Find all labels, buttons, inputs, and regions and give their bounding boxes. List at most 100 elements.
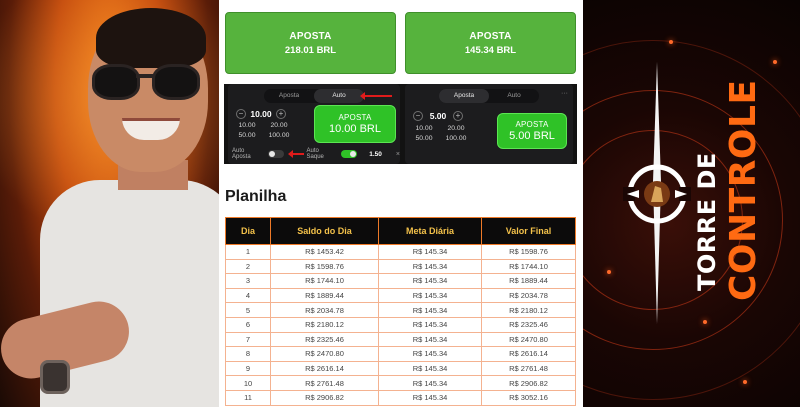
- bet-panel-auto: Aposta Auto − 10.00 + 10.00 20.00 50.00 …: [228, 84, 400, 164]
- quick-amount[interactable]: 20.00: [441, 125, 471, 132]
- cell-balance: R$ 2325.46: [270, 331, 379, 348]
- table-row: 8 R$ 2470.80 R$ 145.34 R$ 2616.14: [225, 346, 576, 362]
- place-bet-amount: 10.00 BRL: [329, 123, 381, 135]
- progression-table: Dia Saldo do Dia Meta Diária Valor Final…: [225, 217, 576, 406]
- cell-day: 5: [225, 302, 271, 318]
- cell-target: R$ 145.34: [378, 244, 482, 260]
- cell-balance: R$ 1598.76: [270, 258, 379, 275]
- compass-emblem-icon: [621, 158, 693, 230]
- table-row: 1 R$ 1453.42 R$ 145.34 R$ 1598.76: [225, 244, 576, 260]
- tab-aposta[interactable]: Aposta: [264, 89, 314, 103]
- col-header-balance: Saldo do Dia: [270, 217, 379, 245]
- quick-amount[interactable]: 10.00: [232, 122, 262, 129]
- cell-target: R$ 145.34: [378, 258, 482, 275]
- sunglasses: [92, 64, 202, 100]
- quick-amount[interactable]: 20.00: [264, 122, 294, 129]
- cell-balance: R$ 2616.14: [270, 360, 379, 377]
- col-header-final: Valor Final: [481, 217, 576, 245]
- plus-icon[interactable]: +: [453, 111, 463, 121]
- quick-amount[interactable]: 100.00: [264, 132, 294, 139]
- table-header-row: Dia Saldo do Dia Meta Diária Valor Final: [225, 217, 576, 245]
- minus-icon[interactable]: −: [236, 109, 246, 119]
- table-row: 4 R$ 1889.44 R$ 145.34 R$ 2034.78: [225, 287, 576, 304]
- stake-stepper[interactable]: − 10.00 +: [236, 107, 286, 121]
- quick-amount[interactable]: 50.00: [232, 132, 262, 139]
- cell-day: 2: [225, 258, 271, 275]
- tab-auto[interactable]: Auto: [314, 89, 364, 103]
- game-bet-screenshot: Aposta Auto − 10.00 + 10.00 20.00 50.00 …: [224, 84, 577, 164]
- cell-target: R$ 145.34: [378, 287, 482, 304]
- cell-target: R$ 145.34: [378, 375, 482, 391]
- cell-balance: R$ 2180.12: [270, 316, 379, 333]
- cell-balance: R$ 2761.48: [270, 375, 379, 391]
- col-header-day: Dia: [225, 217, 271, 245]
- place-bet-amount: 5.00 BRL: [509, 130, 555, 142]
- table-row: 3 R$ 1744.10 R$ 145.34 R$ 1889.44: [225, 273, 576, 289]
- menu-dots-icon[interactable]: ···: [561, 90, 568, 97]
- bet-button-amount: 145.34 BRL: [464, 44, 517, 56]
- auto-bet-toggle[interactable]: [267, 150, 284, 158]
- cell-balance: R$ 1889.44: [270, 287, 379, 304]
- quick-amount[interactable]: 50.00: [409, 135, 439, 142]
- bet-button-amount: 218.01 BRL: [284, 44, 337, 56]
- quick-amount[interactable]: 10.00: [409, 125, 439, 132]
- sunglasses-lens-right: [152, 64, 200, 100]
- logo-line-2: CONTROLE: [723, 79, 764, 301]
- cell-day: 3: [225, 273, 271, 289]
- bet-button-1[interactable]: APOSTA 218.01 BRL: [225, 12, 396, 74]
- place-bet-button[interactable]: APOSTA 10.00 BRL: [314, 105, 396, 143]
- plus-icon[interactable]: +: [276, 109, 286, 119]
- bet-button-2[interactable]: APOSTA 145.34 BRL: [405, 12, 576, 74]
- spark: [607, 270, 611, 274]
- cell-final: R$ 1744.10: [481, 258, 576, 275]
- cell-day: 8: [225, 346, 271, 362]
- close-icon[interactable]: ×: [396, 151, 400, 158]
- spark: [669, 40, 673, 44]
- cell-balance: R$ 2470.80: [270, 346, 379, 362]
- auto-cashout-value[interactable]: 1.50: [369, 151, 382, 158]
- sheet-title: Planilha: [225, 188, 287, 205]
- sunglasses-lens-left: [92, 64, 140, 100]
- tab-aposta[interactable]: Aposta: [439, 89, 489, 103]
- table-row: 5 R$ 2034.78 R$ 145.34 R$ 2180.12: [225, 302, 576, 318]
- tab-auto[interactable]: Auto: [489, 89, 539, 103]
- stake-value[interactable]: 5.00: [423, 111, 453, 121]
- col-header-target: Meta Diária: [378, 217, 482, 245]
- quick-amount[interactable]: 100.00: [441, 135, 471, 142]
- cell-day: 4: [225, 287, 271, 304]
- cell-target: R$ 145.34: [378, 302, 482, 318]
- stake-value[interactable]: 10.00: [246, 109, 276, 119]
- brand-logo: TORRE DE CONTROLE: [687, 79, 765, 301]
- stake-stepper[interactable]: − 5.00 +: [413, 109, 463, 123]
- cell-final: R$ 2325.46: [481, 316, 576, 333]
- auto-settings-row: Auto Aposta Auto Saque 1.50 ×: [232, 148, 400, 160]
- spark: [773, 60, 777, 64]
- table-row: 9 R$ 2616.14 R$ 145.34 R$ 2761.48: [225, 360, 576, 377]
- minus-icon[interactable]: −: [413, 111, 423, 121]
- cell-day: 11: [225, 389, 271, 406]
- table-row: 2 R$ 1598.76 R$ 145.34 R$ 1744.10: [225, 258, 576, 275]
- bet-button-label: APOSTA: [469, 30, 512, 42]
- cell-final: R$ 3052.16: [481, 389, 576, 406]
- auto-cashout-toggle[interactable]: [341, 150, 358, 158]
- arrow-icon: [287, 150, 304, 158]
- cell-target: R$ 145.34: [378, 331, 482, 348]
- arrow-icon: [360, 92, 392, 100]
- spark: [743, 380, 747, 384]
- table-row: 11 R$ 2906.82 R$ 145.34 R$ 3052.16: [225, 389, 576, 406]
- bet-panel-manual: Aposta Auto ··· − 5.00 + 10.00 20.00 50.…: [405, 84, 573, 164]
- cell-target: R$ 145.34: [378, 346, 482, 362]
- place-bet-button[interactable]: APOSTA 5.00 BRL: [497, 113, 567, 149]
- cell-final: R$ 1889.44: [481, 273, 576, 289]
- spark: [703, 320, 707, 324]
- promo-photo: [0, 0, 219, 407]
- cell-day: 6: [225, 316, 271, 333]
- cell-balance: R$ 2906.82: [270, 389, 379, 406]
- cell-target: R$ 145.34: [378, 316, 482, 333]
- auto-cashout-label: Auto Saque: [306, 148, 324, 160]
- cell-final: R$ 1598.76: [481, 244, 576, 260]
- table-row: 10 R$ 2761.48 R$ 145.34 R$ 2906.82: [225, 375, 576, 391]
- person-hair: [96, 8, 206, 68]
- cell-balance: R$ 2034.78: [270, 302, 379, 318]
- cell-final: R$ 2906.82: [481, 375, 576, 391]
